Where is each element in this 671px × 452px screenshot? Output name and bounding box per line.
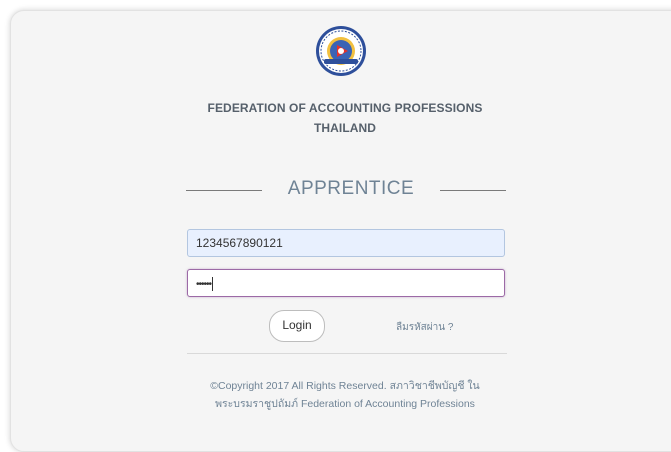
username-input[interactable]: 1234567890121 bbox=[187, 229, 505, 257]
title-divider-right bbox=[440, 190, 506, 191]
title-divider-left bbox=[186, 190, 262, 191]
username-value: 1234567890121 bbox=[196, 236, 283, 250]
form-title: APPRENTICE bbox=[287, 178, 415, 199]
organization-name-line2: THAILAND bbox=[313, 121, 377, 135]
password-input[interactable]: •••••• bbox=[187, 269, 505, 297]
copyright-line2: พระบรมราชูปถัมภ์ Federation of Accountin… bbox=[215, 398, 475, 410]
footer-divider bbox=[187, 353, 507, 354]
organization-name-line1: FEDERATION OF ACCOUNTING PROFESSIONS bbox=[207, 101, 483, 115]
login-button[interactable]: Login bbox=[269, 310, 325, 342]
copyright-line1: ©Copyright 2017 All Rights Reserved. สภา… bbox=[210, 380, 480, 392]
password-mask: •••••• bbox=[196, 279, 212, 290]
forgot-password-link[interactable]: ลืมรหัสผ่าน ? bbox=[396, 320, 453, 335]
fap-logo-icon bbox=[316, 26, 366, 76]
form-title-row: APPRENTICE bbox=[186, 178, 508, 208]
text-caret bbox=[212, 276, 214, 291]
